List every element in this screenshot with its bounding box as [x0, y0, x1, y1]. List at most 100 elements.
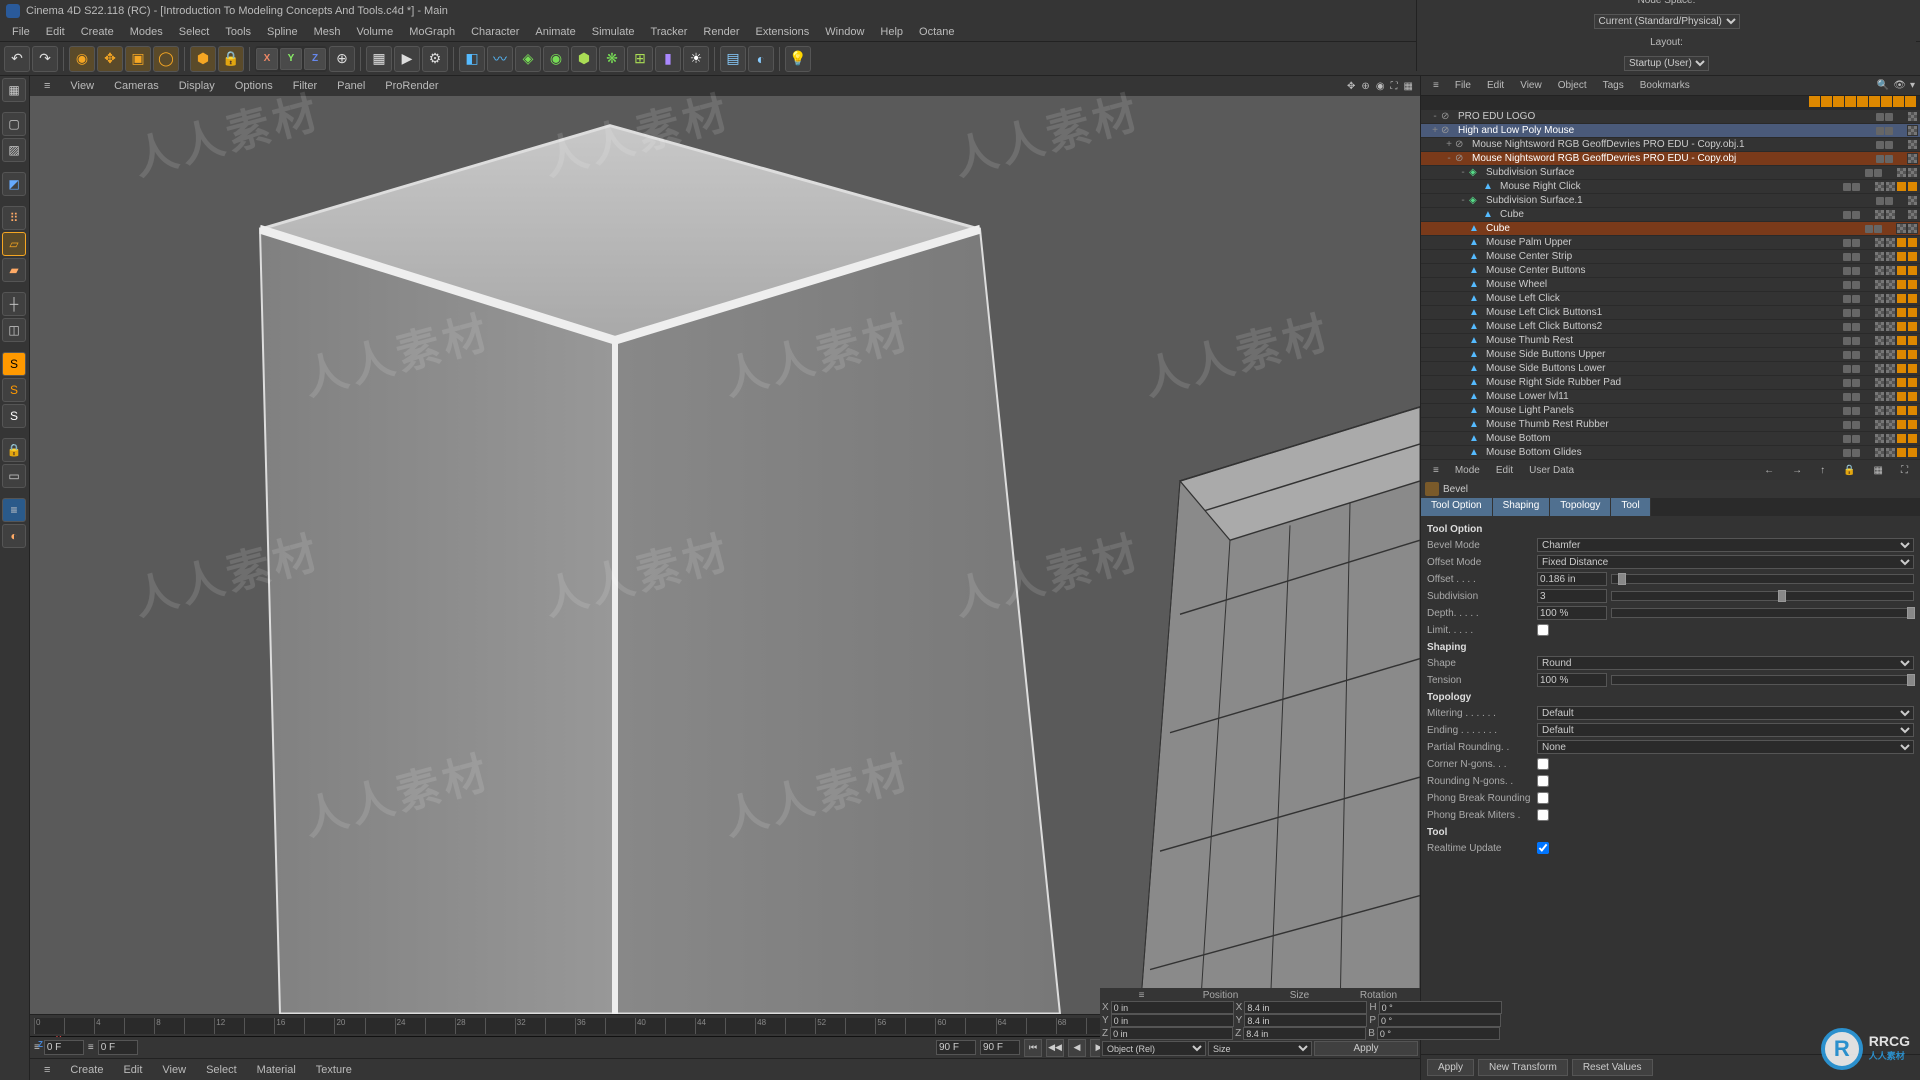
object-row[interactable]: +⊘High and Low Poly Mouse	[1421, 124, 1920, 138]
object-row[interactable]: ▲Mouse Center Buttons	[1421, 264, 1920, 278]
light-button[interactable]: ☀	[683, 46, 709, 72]
nodespace-select[interactable]: Current (Standard/Physical)	[1594, 14, 1740, 29]
offset-mode-select[interactable]: Fixed Distance	[1537, 555, 1914, 569]
coord-apply-button[interactable]: Apply	[1314, 1041, 1418, 1056]
mat-hamburger-icon[interactable]: ≡	[34, 1062, 60, 1078]
object-row[interactable]: ▲Mouse Bottom	[1421, 432, 1920, 446]
menu-item[interactable]: Help	[872, 24, 911, 40]
object-row[interactable]: ▲Mouse Thumb Rest Rubber	[1421, 418, 1920, 432]
axis-mode-button[interactable]: ┼	[2, 292, 26, 316]
object-row[interactable]: +⊘Mouse Nightsword RGB GeoffDevries PRO …	[1421, 138, 1920, 152]
camera-button[interactable]: ▮	[655, 46, 681, 72]
object-row[interactable]: ▲Mouse Side Buttons Upper	[1421, 348, 1920, 362]
om-menu-item[interactable]: Tags	[1595, 78, 1632, 93]
generator2-button[interactable]: ◉	[543, 46, 569, 72]
menu-item[interactable]: Modes	[122, 24, 171, 40]
viewport-menu-item[interactable]: Display	[169, 78, 225, 94]
rot-h-input[interactable]	[1379, 1001, 1502, 1014]
render-settings-button[interactable]: ⚙	[422, 46, 448, 72]
object-row[interactable]: -◈Subdivision Surface	[1421, 166, 1920, 180]
rotate-button[interactable]: ◯	[153, 46, 179, 72]
realtime-update-checkbox[interactable]	[1537, 842, 1549, 854]
subdivision-slider[interactable]	[1611, 591, 1914, 601]
menu-item[interactable]: Extensions	[747, 24, 817, 40]
coord-size-select[interactable]: Size	[1208, 1041, 1312, 1056]
menu-item[interactable]: Spline	[259, 24, 306, 40]
xray-button[interactable]: ≡	[2, 498, 26, 522]
hamburger-icon[interactable]: ≡	[34, 78, 60, 94]
live-select-button[interactable]: ◉	[69, 46, 95, 72]
material-menu-item[interactable]: Create	[60, 1062, 113, 1078]
sky-button[interactable]: ◐	[748, 46, 774, 72]
object-row[interactable]: ▲Mouse Left Click Buttons2	[1421, 320, 1920, 334]
attr-lock-icon[interactable]: 🔒	[1835, 463, 1863, 478]
menu-item[interactable]: MoGraph	[401, 24, 463, 40]
rounding-ngons-checkbox[interactable]	[1537, 775, 1549, 787]
attr-max-icon[interactable]: ⛶	[1893, 463, 1916, 478]
offset-slider[interactable]	[1611, 574, 1914, 584]
prev-frame-button[interactable]: ◀	[1068, 1039, 1086, 1057]
texture-mode-button[interactable]: ▨	[2, 138, 26, 162]
undo-button[interactable]: ↶	[4, 46, 30, 72]
tension-slider[interactable]	[1611, 675, 1914, 685]
current-frame-input[interactable]	[98, 1040, 138, 1055]
limit-checkbox[interactable]	[1537, 624, 1549, 636]
attr-tab[interactable]: Topology	[1550, 498, 1611, 516]
object-row[interactable]: ▲Mouse Left Click Buttons1	[1421, 306, 1920, 320]
scene-button[interactable]: ⊞	[627, 46, 653, 72]
attr-menu-item[interactable]: Edit	[1488, 463, 1521, 478]
locked-axis-button[interactable]: 🔒	[218, 46, 244, 72]
menu-item[interactable]: Tracker	[643, 24, 696, 40]
om-filter-icon[interactable]: ▾	[1909, 80, 1916, 91]
menu-item[interactable]: Animate	[527, 24, 583, 40]
object-row[interactable]: ▲Mouse Wheel	[1421, 278, 1920, 292]
cube-button[interactable]: ◧	[459, 46, 485, 72]
bevel-mode-select[interactable]: Chamfer	[1537, 538, 1914, 552]
edges-mode-button[interactable]: ▱	[2, 232, 26, 256]
floor-button[interactable]: ▤	[720, 46, 746, 72]
axis-x-toggle[interactable]: X	[256, 48, 278, 70]
menu-item[interactable]: Octane	[911, 24, 962, 40]
model-mode-button[interactable]: ▢	[2, 112, 26, 136]
phong-break-rounding-checkbox[interactable]	[1537, 792, 1549, 804]
object-row[interactable]: -◈Subdivision Surface.1	[1421, 194, 1920, 208]
om-eye-icon[interactable]: 👁	[1892, 80, 1907, 91]
rot-b-input[interactable]	[1377, 1027, 1500, 1040]
planar-wp-button[interactable]: ▭	[2, 464, 26, 488]
shape-select[interactable]: Round	[1537, 656, 1914, 670]
move-button[interactable]: ✥	[97, 46, 123, 72]
depth-input[interactable]	[1537, 606, 1607, 620]
render-view-button[interactable]: ▦	[366, 46, 392, 72]
pos-z-input[interactable]	[1110, 1027, 1233, 1040]
axis-z-toggle[interactable]: Z	[304, 48, 326, 70]
viewport-menu-item[interactable]: Panel	[327, 78, 375, 94]
locked-wp-button[interactable]: 🔒	[2, 438, 26, 462]
spline-button[interactable]: 〰	[487, 46, 513, 72]
material-menu-item[interactable]: Select	[196, 1062, 247, 1078]
viewport-menu-item[interactable]: ProRender	[375, 78, 448, 94]
fit-icon[interactable]: ⛶	[1388, 79, 1401, 94]
attr-tab[interactable]: Shaping	[1493, 498, 1551, 516]
object-row[interactable]: ▲Mouse Right Click	[1421, 180, 1920, 194]
om-menu-item[interactable]: Bookmarks	[1632, 78, 1698, 93]
om-filter-tag[interactable]	[1833, 96, 1844, 107]
menu-item[interactable]: Volume	[349, 24, 402, 40]
field-button[interactable]: ❋	[599, 46, 625, 72]
menu-item[interactable]: Character	[463, 24, 527, 40]
subdivision-input[interactable]	[1537, 589, 1607, 603]
attr-tab[interactable]: Tool Option	[1421, 498, 1493, 516]
corner-ngons-checkbox[interactable]	[1537, 758, 1549, 770]
object-row[interactable]: ▲Cube	[1421, 208, 1920, 222]
mitering-select[interactable]: Default	[1537, 706, 1914, 720]
object-row[interactable]: -⊘PRO EDU LOGO	[1421, 110, 1920, 124]
menu-item[interactable]: Render	[695, 24, 747, 40]
object-row[interactable]: ▲Mouse Side Buttons Lower	[1421, 362, 1920, 376]
bulb-button[interactable]: 💡	[785, 46, 811, 72]
am-hamburger-icon[interactable]: ≡	[1425, 463, 1447, 478]
object-row[interactable]: ▲Mouse Center Strip	[1421, 250, 1920, 264]
pos-y-input[interactable]	[1111, 1014, 1234, 1027]
menu-item[interactable]: Select	[171, 24, 218, 40]
polys-mode-button[interactable]: ▰	[2, 258, 26, 282]
viewport-menu-item[interactable]: Filter	[283, 78, 327, 94]
nav-icon[interactable]: ✥	[1344, 79, 1358, 94]
